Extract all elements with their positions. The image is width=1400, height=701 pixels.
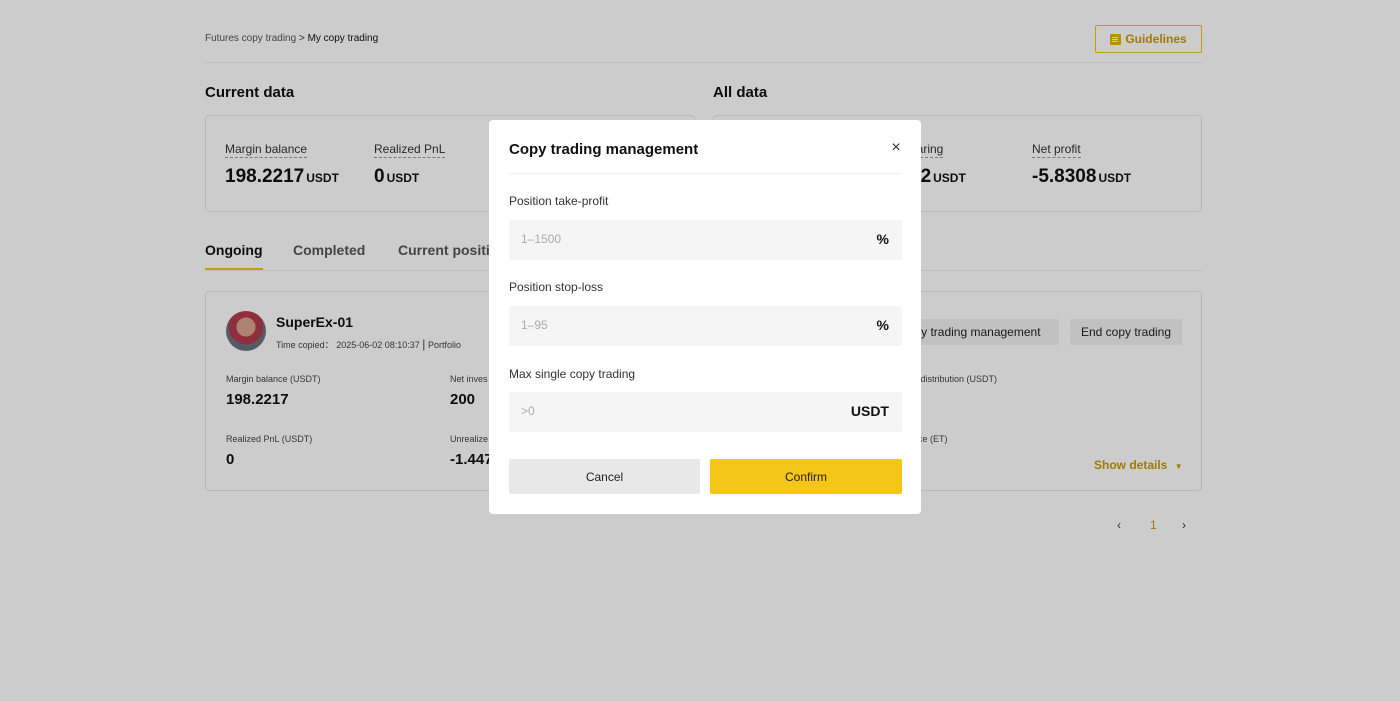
input-placeholder: 1–1500 — [521, 232, 562, 246]
input-placeholder: >0 — [521, 404, 535, 418]
input-placeholder: 1–95 — [521, 318, 548, 332]
percent-suffix: % — [876, 317, 889, 333]
close-icon[interactable]: × — [889, 140, 903, 156]
stop-loss-label: Position stop-loss — [509, 280, 604, 294]
cancel-button[interactable]: Cancel — [509, 459, 700, 494]
max-single-copy-input[interactable]: >0 USDT — [509, 392, 902, 432]
percent-suffix: % — [876, 231, 889, 247]
usdt-suffix: USDT — [850, 403, 889, 419]
confirm-button[interactable]: Confirm — [710, 459, 902, 494]
stop-loss-input[interactable]: 1–95 % — [509, 306, 902, 346]
modal-title: Copy trading management — [509, 141, 699, 158]
max-single-copy-label: Max single copy trading — [509, 367, 636, 381]
take-profit-label: Position take-profit — [509, 194, 609, 208]
copy-trading-management-modal: Copy trading management × Position take-… — [489, 120, 921, 514]
divider — [509, 173, 901, 174]
take-profit-input[interactable]: 1–1500 % — [509, 220, 902, 260]
